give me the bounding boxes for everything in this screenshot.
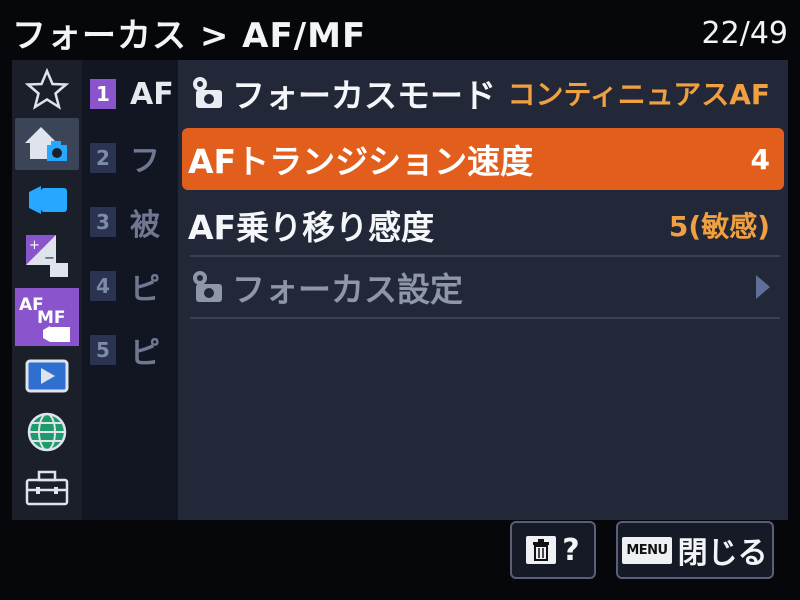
subpage-tab-1[interactable]: 1 AF (90, 74, 174, 114)
star-icon (25, 68, 69, 110)
video-camera-icon (29, 186, 67, 214)
menu-item-value: 4 (750, 142, 770, 176)
category-playback[interactable] (15, 350, 79, 402)
menu-item-focus-mode[interactable]: フォーカスモード コンティニュアスAF (182, 62, 784, 124)
subpage-tabs: 1 AF 2 フ 3 被 4 ピ 5 ピ (82, 60, 182, 520)
camera-menu-screen: フォーカス > AF/MF 22/49 + − AF MF 1 AF 2 フ 3… (0, 0, 800, 600)
svg-text:MF: MF (37, 308, 66, 328)
camera-setting-icon (193, 77, 222, 108)
subpage-number: 2 (90, 143, 116, 173)
trash-icon (526, 536, 557, 564)
menu-key-icon: MENU (622, 536, 672, 564)
page-title: フォーカス > AF/MF (12, 16, 367, 56)
category-setup[interactable] (15, 462, 79, 514)
category-network[interactable] (15, 406, 79, 458)
toolbox-icon (25, 470, 69, 506)
globe-icon (27, 412, 67, 452)
help-button[interactable]: ? (510, 521, 596, 579)
menu-item-focus-settings[interactable]: フォーカス設定 (182, 256, 784, 318)
subpage-number: 3 (90, 207, 116, 237)
help-label: ? (562, 532, 580, 568)
menu-item-label: AF乗り移り感度 (188, 208, 435, 247)
category-sidebar: + − AF MF (12, 60, 82, 520)
subpage-title: 被 (130, 208, 160, 243)
page-counter: 22/49 (701, 16, 788, 51)
subpage-tab-3[interactable]: 3 被 (90, 202, 160, 243)
svg-text:+: + (29, 238, 40, 253)
menu-item-label: フォーカスモード (232, 76, 496, 115)
subpage-number: 1 (90, 79, 116, 109)
subpage-tab-5[interactable]: 5 ピ (90, 330, 160, 371)
category-video[interactable] (15, 174, 79, 226)
subpage-title: ピ (130, 272, 160, 307)
subpage-number: 4 (90, 271, 116, 301)
subpage-number: 5 (90, 335, 116, 365)
category-af-mf[interactable]: AF MF (15, 288, 79, 346)
menu-item-value: コンティニュアスAF (507, 78, 770, 111)
camera-home-icon (25, 127, 67, 161)
menu-item-af-subject-shift-sensitivity[interactable]: AF乗り移り感度 5(敏感) (182, 194, 784, 256)
close-label: 閉じる (677, 536, 768, 571)
menu-item-af-transition-speed[interactable]: AFトランジション速度 4 (182, 128, 784, 190)
subpage-title: フ (130, 144, 160, 179)
subpage-tab-4[interactable]: 4 ピ (90, 266, 160, 307)
menu-item-value: 5(敏感) (668, 210, 770, 243)
close-button[interactable]: MENU 閉じる (616, 521, 774, 579)
exposure-icon: + − (26, 235, 68, 277)
af-mf-icon: AF MF (19, 295, 70, 342)
menu-panel: フォーカスモード コンティニュアスAF AFトランジション速度 4 AF乗り移り… (178, 60, 788, 520)
category-shooting[interactable] (15, 118, 79, 170)
playback-icon (25, 359, 69, 393)
category-my-menu[interactable] (15, 64, 79, 116)
chevron-right-icon (756, 275, 770, 299)
row-divider (190, 317, 780, 319)
subpage-title: AF (130, 76, 174, 112)
subpage-tab-2[interactable]: 2 フ (90, 138, 160, 179)
camera-setting-icon (193, 271, 222, 302)
menu-item-label: AFトランジション速度 (188, 142, 534, 181)
subpage-title: ピ (130, 336, 160, 371)
menu-item-label: フォーカス設定 (232, 270, 463, 309)
category-exposure-color[interactable]: + − (15, 230, 79, 282)
